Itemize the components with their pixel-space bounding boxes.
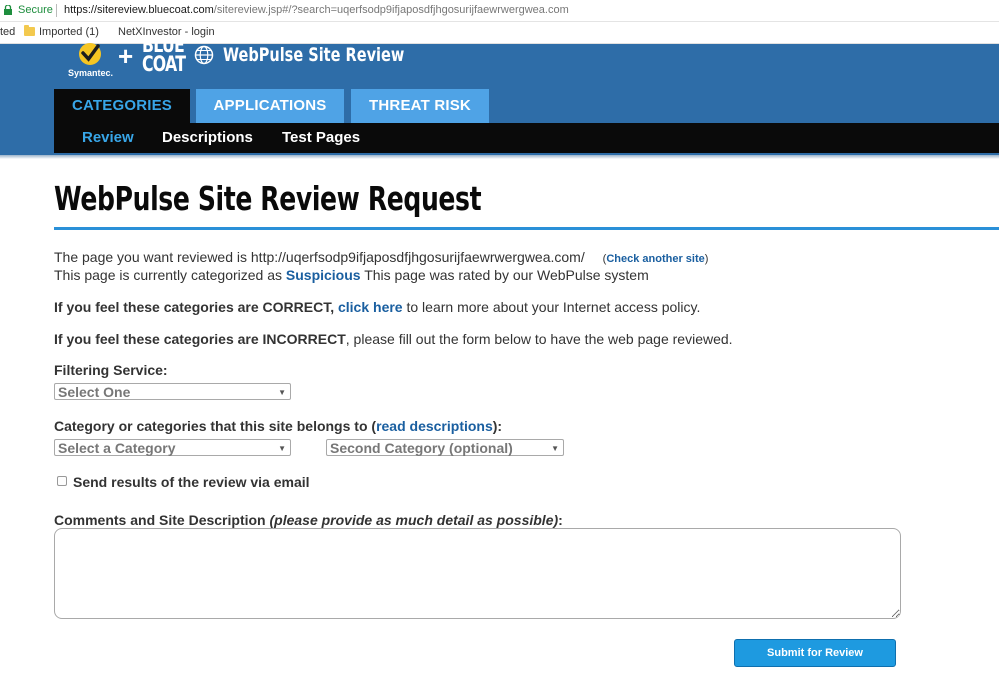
url-text[interactable]: https://sitereview.bluecoat.com/siterevi… (64, 0, 569, 21)
sub-navigation: Review Descriptions Test Pages (54, 123, 999, 153)
subnav-descriptions[interactable]: Descriptions (162, 123, 253, 153)
filtering-select-value: Select One (58, 384, 131, 400)
check-another-site-link[interactable]: Check another site (606, 253, 704, 265)
browser-address-bar[interactable]: Secure https://sitereview.bluecoat.com/s… (0, 0, 999, 22)
filtering-service-label: Filtering Service: (54, 362, 168, 378)
reviewed-url-text: The page you want reviewed is http://uqe… (54, 249, 585, 265)
read-descriptions-link[interactable]: read descriptions (376, 418, 493, 434)
correct-prefix: If you feel these categories are CORRECT… (54, 299, 335, 315)
folder-icon (24, 25, 35, 36)
tab-applications[interactable]: APPLICATIONS (196, 89, 344, 123)
site-header: Symantec. + BLUE COAT WebPulse Site Revi… (0, 35, 999, 159)
subnav-test-pages[interactable]: Test Pages (282, 123, 360, 153)
category-label-prefix: Category or categories that this site be… (54, 418, 377, 434)
category-label: Category or categories that this site be… (54, 417, 502, 435)
lock-icon (4, 5, 12, 15)
webpulse-title: WebPulse Site Review (223, 44, 405, 66)
secure-label: Secure (18, 4, 53, 16)
subnav-review[interactable]: Review (82, 123, 134, 153)
paren-close: ) (704, 253, 709, 265)
click-here-link[interactable]: click here (338, 299, 403, 315)
bookmark-item[interactable]: ted (0, 22, 15, 43)
category-select-secondary[interactable]: Second Category (optional) ▼ (326, 439, 564, 456)
email-results-label: Send results of the review via email (73, 474, 310, 490)
comments-textarea[interactable] (54, 528, 901, 619)
categorized-suffix: This page was rated by our WebPulse syst… (364, 267, 649, 283)
correct-line: If you feel these categories are CORRECT… (54, 298, 700, 316)
comments-hint: (please provide as much detail as possib… (269, 512, 559, 528)
symantec-text: Symantec. (68, 68, 114, 78)
chevron-down-icon: ▼ (551, 444, 559, 453)
reviewed-url-line: The page you want reviewed is http://uqe… (54, 248, 708, 268)
comments-label-text: Comments and Site Description (54, 512, 266, 528)
category-select-primary[interactable]: Select a Category ▼ (54, 439, 291, 456)
bluecoat-logo: BLUE COAT (142, 35, 186, 76)
category-select-primary-value: Select a Category (58, 440, 176, 456)
comments-label: Comments and Site Description (please pr… (54, 511, 563, 529)
url-host: https://sitereview.bluecoat.com (64, 4, 214, 16)
incorrect-suffix: , please fill out the form below to have… (345, 331, 733, 347)
symantec-check-icon (79, 43, 101, 65)
globe-icon (194, 45, 214, 65)
bluecoat-line2: COAT (142, 52, 186, 76)
address-divider (56, 4, 57, 17)
symantec-logo: Symantec. (66, 43, 118, 80)
tab-threat-risk[interactable]: THREAT RISK (351, 89, 489, 123)
logo-plus: + (118, 41, 134, 71)
title-divider (54, 227, 999, 230)
incorrect-prefix: If you feel these categories are INCORRE… (54, 331, 346, 347)
category-select-secondary-value: Second Category (optional) (330, 440, 513, 456)
categorized-prefix: This page is currently categorized as (54, 267, 282, 283)
category-label-suffix: ): (492, 418, 503, 434)
correct-suffix: to learn more about your Internet access… (406, 299, 701, 315)
header-shadow (0, 155, 999, 159)
url-path: /sitereview.jsp#/?search=uqerfsodp9ifjap… (213, 4, 569, 16)
email-results-checkbox[interactable] (57, 476, 67, 486)
filtering-service-select[interactable]: Select One ▼ (54, 383, 291, 400)
incorrect-line: If you feel these categories are INCORRE… (54, 330, 733, 348)
comments-colon: : (558, 512, 563, 528)
page-title: WebPulse Site Review Request (54, 179, 482, 218)
categorized-line: This page is currently categorized as Su… (54, 266, 649, 284)
chevron-down-icon: ▼ (278, 388, 286, 397)
tab-categories[interactable]: CATEGORIES (54, 89, 190, 123)
bookmark-label: Imported (1) (39, 26, 99, 38)
chevron-down-icon: ▼ (278, 444, 286, 453)
submit-for-review-button[interactable]: Submit for Review (734, 639, 896, 667)
check-another-wrapper: (Check another site) (603, 253, 709, 265)
category-value[interactable]: Suspicious (286, 267, 361, 283)
